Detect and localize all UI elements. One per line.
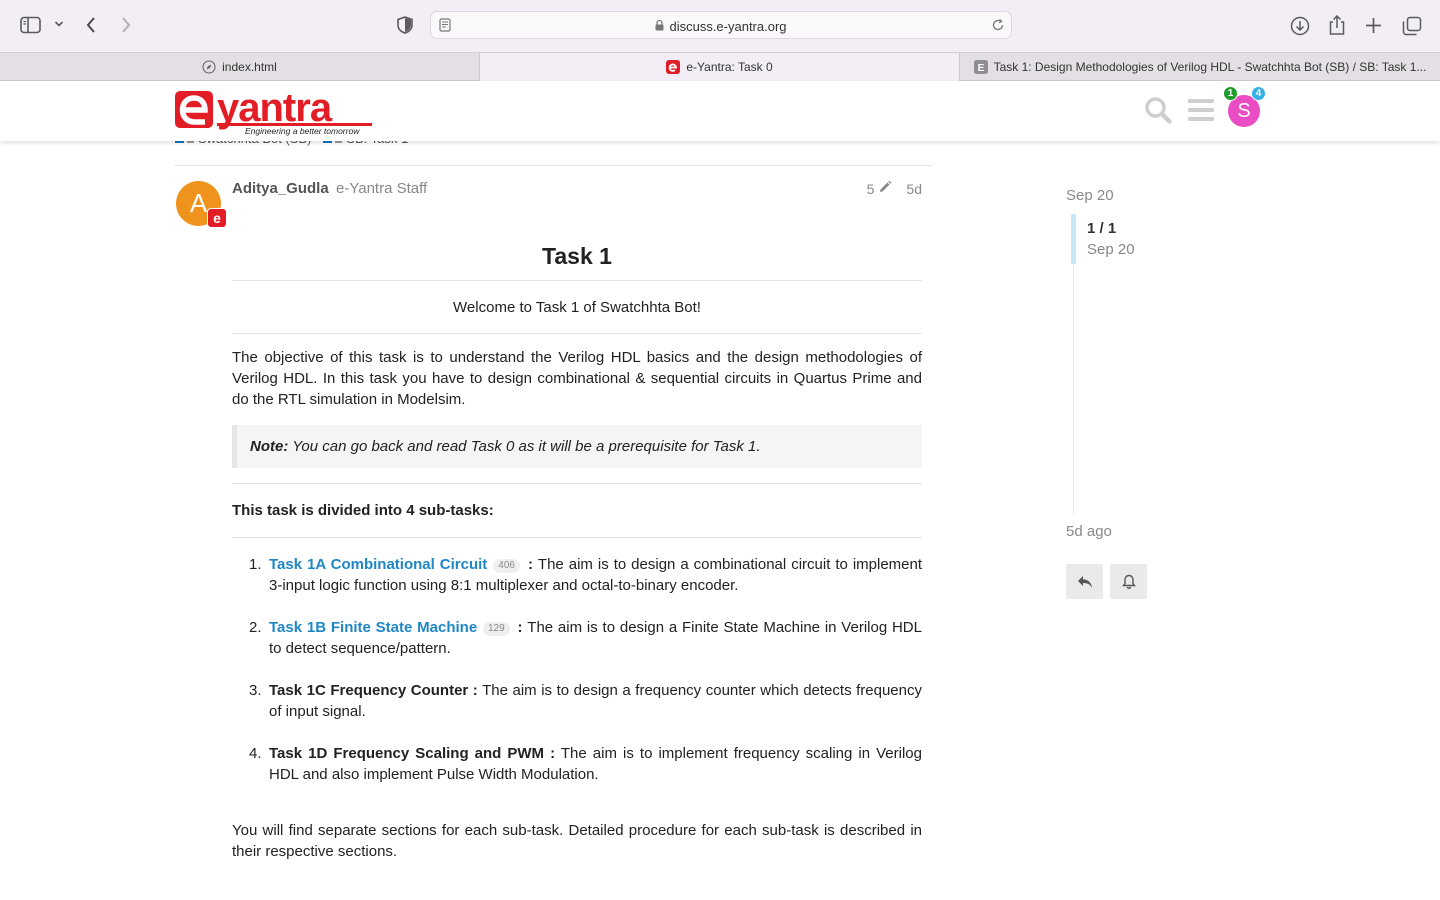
note-label: Note: — [250, 438, 289, 455]
site-header: yantra Engineering a better tomorrow S 1… — [0, 81, 1440, 141]
divider — [174, 165, 933, 166]
hamburger-menu-icon[interactable] — [1187, 98, 1215, 127]
tab-bar: index.html e-Yantra: Task 0 E Task 1: De… — [0, 52, 1440, 81]
avatar[interactable]: A e — [176, 181, 227, 228]
tab-overview-icon[interactable] — [1402, 16, 1422, 36]
list-number: 1. — [249, 556, 262, 573]
reply-icon — [1077, 575, 1092, 588]
notification-badge-blue[interactable]: 4 — [1251, 86, 1266, 101]
e-favicon: E — [973, 60, 988, 74]
list-separator: : — [512, 619, 528, 636]
download-icon[interactable] — [1290, 16, 1310, 36]
list-item: 4. Task 1D Frequency Scaling and PWM : T… — [232, 743, 922, 785]
timeline-position-date: Sep 20 — [1087, 241, 1135, 258]
list-item: 1. Task 1A Combinational Circuit 406 : T… — [232, 554, 922, 596]
post-meta: 5 5d — [867, 180, 922, 197]
objective-paragraph: The objective of this task is to underst… — [232, 349, 922, 408]
post-username[interactable]: Aditya_Gudla — [232, 180, 329, 197]
timeline-handle[interactable] — [1071, 214, 1076, 264]
click-count-badge: 406 — [493, 559, 520, 573]
tab-label: e-Yantra: Task 0 — [686, 60, 773, 74]
tab-index-html[interactable]: index.html — [0, 53, 480, 81]
list-number: 2. — [249, 619, 262, 636]
sidebar-toggle-icon[interactable] — [20, 16, 41, 34]
list-separator: : — [522, 556, 538, 573]
forward-icon[interactable] — [120, 16, 132, 34]
privacy-shield-icon[interactable] — [397, 16, 413, 34]
tab-label: index.html — [222, 60, 277, 74]
user-initial: S — [1237, 99, 1251, 122]
reload-icon[interactable] — [991, 18, 1005, 37]
post-user-title: e-Yantra Staff — [336, 180, 428, 197]
timeline-start-date[interactable]: Sep 20 — [1066, 187, 1114, 204]
closing-paragraph: You will find separate sections for each… — [232, 822, 922, 860]
pencil-icon[interactable] — [878, 180, 892, 197]
post-age[interactable]: 5d — [906, 181, 922, 197]
new-tab-icon[interactable] — [1365, 17, 1382, 34]
edit-count[interactable]: 5 — [867, 181, 875, 197]
staff-flair-icon: e — [207, 208, 227, 228]
notification-button[interactable] — [1110, 564, 1147, 599]
welcome-text: Welcome to Task 1 of Swatchhta Bot! — [453, 299, 701, 316]
back-icon[interactable] — [85, 16, 97, 34]
divider — [232, 333, 922, 334]
share-icon[interactable] — [1328, 14, 1346, 36]
e-yantra-favicon — [666, 60, 681, 74]
note-blockquote: Note: You can go back and read Task 0 as… — [232, 425, 922, 468]
list-number: 4. — [249, 745, 262, 762]
list-number: 3. — [249, 682, 262, 699]
subtask-list: 1. Task 1A Combinational Circuit 406 : T… — [232, 554, 922, 785]
timeline-end-label[interactable]: 5d ago — [1066, 523, 1112, 540]
task-1d-title: Task 1D Frequency Scaling and PWM : — [269, 745, 556, 762]
reply-button[interactable] — [1066, 564, 1103, 599]
post-heading: Task 1 — [542, 243, 612, 269]
task-1c-title: Task 1C Frequency Counter : — [269, 682, 478, 699]
divider — [232, 537, 922, 538]
url-text: discuss.e-yantra.org — [431, 19, 1011, 34]
tab-task1[interactable]: E Task 1: Design Methodologies of Verilo… — [960, 53, 1440, 81]
svg-text:Engineering a better tomorrow: Engineering a better tomorrow — [245, 126, 360, 136]
chevron-down-icon[interactable] — [54, 20, 64, 28]
notification-badge-green[interactable]: 1 — [1223, 86, 1238, 101]
timeline-position: 1 / 1 — [1087, 220, 1117, 237]
subtasks-heading: This task is divided into 4 sub-tasks: — [232, 502, 494, 519]
avatar-initial: A — [189, 188, 208, 218]
click-count-badge: 129 — [482, 622, 510, 636]
tab-eyantra-task0[interactable]: e-Yantra: Task 0 — [480, 53, 960, 81]
post-body: Task 1 Welcome to Task 1 of Swatchhta Bo… — [232, 240, 922, 862]
note-text: You can go back and read Task 0 as it wi… — [288, 438, 761, 455]
search-icon[interactable] — [1144, 96, 1172, 129]
list-item: 2. Task 1B Finite State Machine 129 : Th… — [232, 617, 922, 659]
eyantra-logo[interactable]: yantra Engineering a better tomorrow — [174, 86, 374, 136]
list-item: 3. Task 1C Frequency Counter : The aim i… — [232, 680, 922, 722]
task-1a-link[interactable]: Task 1A Combinational Circuit — [269, 556, 487, 573]
url-label: discuss.e-yantra.org — [669, 19, 787, 34]
compass-icon — [202, 60, 216, 74]
task-1b-link[interactable]: Task 1B Finite State Machine — [269, 619, 477, 636]
browser-toolbar: discuss.e-yantra.org — [0, 0, 1440, 52]
address-bar[interactable]: discuss.e-yantra.org — [430, 11, 1012, 39]
lock-icon — [655, 19, 664, 31]
svg-text:E: E — [977, 63, 984, 74]
bell-icon — [1121, 574, 1136, 589]
tab-label: Task 1: Design Methodologies of Verilog … — [993, 60, 1427, 74]
